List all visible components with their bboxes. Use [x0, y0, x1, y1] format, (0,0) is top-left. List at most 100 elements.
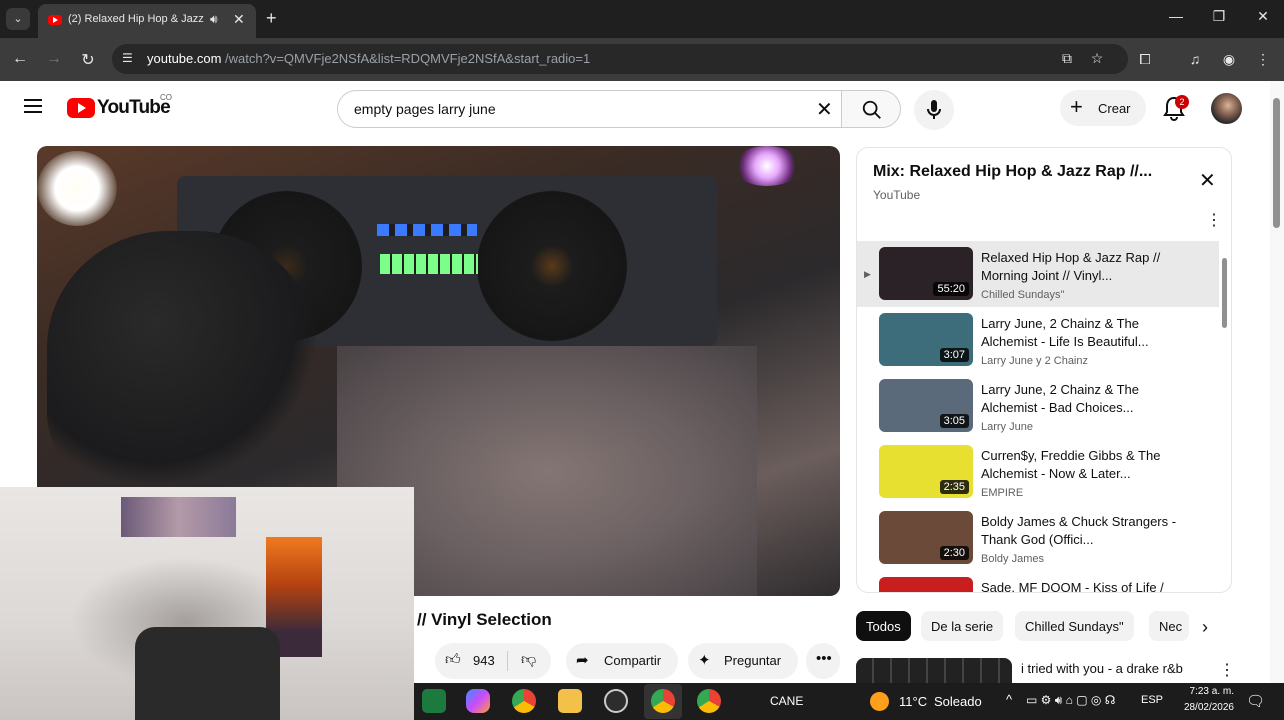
chrome-icon[interactable]: [512, 689, 536, 713]
playlist-item[interactable]: 2:30 Boldy James & Chuck Strangers - Than…: [857, 505, 1219, 571]
close-tab-icon[interactable]: ✕: [233, 11, 245, 28]
forward-arrow-icon[interactable]: →: [44, 50, 64, 68]
playlist-item[interactable]: 3:07 Larry June, 2 Chainz & The Alchemist…: [857, 307, 1219, 373]
notification-center-icon[interactable]: 🗨︎: [1246, 692, 1265, 710]
playlist-thumbnail[interactable]: 2:30: [879, 511, 973, 564]
menu-icon[interactable]: [24, 99, 42, 117]
youtube-logo-text[interactable]: YouTube: [97, 97, 171, 119]
chrome-profile-icon[interactable]: [651, 689, 675, 713]
address-bar[interactable]: ☰ youtube.com /watch?v=QMVFje2NSfA&list=…: [112, 44, 1128, 74]
more-menu-icon[interactable]: ⋮: [1254, 51, 1272, 68]
playlist-item-title[interactable]: Relaxed Hip Hop & Jazz Rap // Morning Jo…: [981, 249, 1181, 285]
playlist-item[interactable]: 2:35 Curren$y, Freddie Gibbs & The Alchem…: [857, 439, 1219, 505]
next-video-menu-icon[interactable]: ⋮: [1219, 660, 1235, 680]
microphone-icon: [927, 100, 941, 119]
close-window-button[interactable]: ✕: [1253, 8, 1273, 25]
like-count[interactable]: 943: [473, 653, 495, 668]
chevron-up-icon[interactable]: ^: [1006, 692, 1012, 707]
playlist-thumbnail[interactable]: 3:07: [879, 313, 973, 366]
duration-badge: 55:20: [933, 282, 969, 296]
profile-icon[interactable]: ◉: [1220, 51, 1238, 68]
playlist-channel: YouTube: [873, 188, 921, 202]
clock-date[interactable]: 28/02/2026: [1170, 702, 1234, 713]
voice-search-button[interactable]: [914, 90, 954, 130]
filter-chip[interactable]: Nec: [1149, 611, 1189, 641]
playlist-item-title[interactable]: Larry June, 2 Chainz & The Alchemist - B…: [981, 381, 1181, 417]
playlist-thumbnail[interactable]: [879, 577, 973, 592]
playlist-thumbnail[interactable]: 3:05: [879, 379, 973, 432]
sun-icon: [870, 692, 889, 711]
duration-badge: 2:30: [939, 546, 969, 560]
taskbar-label[interactable]: CANE: [770, 694, 803, 708]
back-arrow-icon[interactable]: ←: [10, 50, 30, 68]
filter-chip[interactable]: Todos: [856, 611, 911, 641]
clear-search-icon[interactable]: ✕: [816, 97, 833, 122]
playlist-item[interactable]: ▶ 55:20 Relaxed Hip Hop & Jazz Rap // Morn…: [857, 241, 1219, 307]
playlist-menu-icon[interactable]: ⋮: [1206, 210, 1222, 230]
browser-tab-strip: ⌄ (2) Relaxed Hip Hop & Jazz 🔊︎ ✕ + — ❐ …: [0, 0, 1284, 38]
filter-chip[interactable]: De la serie: [921, 611, 1004, 641]
ask-button[interactable]: ✦ Preguntar: [688, 643, 798, 679]
language[interactable]: ESP: [1141, 694, 1163, 706]
search-value: empty pages larry june: [354, 101, 496, 117]
extensions-icon[interactable]: ⧠: [1136, 51, 1154, 68]
more-actions-button[interactable]: •••: [806, 643, 840, 679]
video-frame-mixer-pads: [380, 254, 478, 274]
playlist-item[interactable]: Sade, MF DOOM - Kiss of Life /: [857, 571, 1219, 592]
avatar[interactable]: [1211, 93, 1242, 124]
clock-app-icon[interactable]: [604, 689, 628, 713]
reload-icon[interactable]: ↻: [78, 50, 98, 70]
browser-tab[interactable]: (2) Relaxed Hip Hop & Jazz 🔊︎ ✕: [38, 4, 256, 38]
notification-badge: 2: [1175, 95, 1189, 109]
search-button[interactable]: [841, 90, 901, 128]
duration-badge: 3:07: [939, 348, 969, 362]
install-app-icon[interactable]: ⧉: [1058, 50, 1076, 67]
chevron-right-icon[interactable]: ›: [1202, 617, 1208, 638]
bookmark-star-icon[interactable]: ☆: [1088, 50, 1106, 67]
site-info-icon[interactable]: ☰: [122, 51, 133, 65]
video-frame-mixer-lights: [377, 224, 477, 236]
chrome-second-icon[interactable]: [697, 689, 721, 713]
playlist-item-title[interactable]: Larry June, 2 Chainz & The Alchemist - L…: [981, 315, 1181, 351]
youtube-favicon-icon: [48, 15, 62, 25]
next-video-title[interactable]: i tried with you - a drake r&b: [1021, 661, 1183, 676]
playlist-item-title[interactable]: Sade, MF DOOM - Kiss of Life /: [981, 579, 1181, 592]
close-playlist-icon[interactable]: ✕: [1199, 168, 1216, 193]
copilot-icon[interactable]: [466, 689, 490, 713]
tray-icons[interactable]: ▭ ⚙ 🔊︎ ⌂ ▢ ◎ ☊: [1026, 693, 1115, 708]
playlist-thumbnail[interactable]: 2:35: [879, 445, 973, 498]
next-video-thumbnail[interactable]: [856, 658, 1012, 686]
filter-chip[interactable]: Chilled Sundays": [1015, 611, 1134, 641]
search-input[interactable]: empty pages larry june ✕: [337, 90, 841, 128]
playlist-item[interactable]: 3:05 Larry June, 2 Chainz & The Alchemist…: [857, 373, 1219, 439]
plus-icon: +: [1070, 94, 1083, 119]
minimize-window-button[interactable]: —: [1166, 8, 1186, 24]
temperature[interactable]: 11°C: [899, 694, 927, 709]
like-dislike-group: 👍︎ 943 👎︎: [435, 643, 551, 679]
share-icon: ➦: [576, 652, 589, 669]
url-path: /watch?v=QMVFje2NSfA&list=RDQMVFje2NSfA&…: [225, 51, 591, 66]
video-frame-turntable-right: [477, 191, 627, 341]
playlist-scrollbar-thumb[interactable]: [1222, 258, 1227, 328]
youtube-logo-icon[interactable]: [67, 98, 95, 118]
clock-time[interactable]: 7:23 a. m.: [1174, 686, 1234, 697]
media-control-icon[interactable]: ♫: [1186, 51, 1204, 67]
playlist-item-title[interactable]: Boldy James & Chuck Strangers - Thank Go…: [981, 513, 1181, 549]
new-tab-button[interactable]: +: [266, 8, 277, 29]
maximize-window-button[interactable]: ❐: [1209, 8, 1229, 25]
dislike-icon[interactable]: 👎︎: [521, 651, 536, 669]
playlist-title[interactable]: Mix: Relaxed Hip Hop & Jazz Rap //...: [873, 163, 1183, 181]
share-button[interactable]: ➦ Compartir: [566, 643, 678, 679]
sparkle-icon: ✦: [698, 652, 711, 669]
playlist-thumbnail[interactable]: 55:20: [879, 247, 973, 300]
page-scrollbar-thumb[interactable]: [1273, 98, 1280, 228]
excel-icon[interactable]: [422, 689, 446, 713]
create-button[interactable]: + Crear: [1060, 90, 1146, 126]
playlist-item-title[interactable]: Curren$y, Freddie Gibbs & The Alchemist …: [981, 447, 1181, 483]
tab-search-button[interactable]: ⌄: [6, 8, 30, 30]
playlist-item-channel: Chilled Sundays": [981, 289, 1065, 301]
file-explorer-icon[interactable]: [558, 689, 582, 713]
speaker-icon[interactable]: 🔊︎: [210, 12, 218, 27]
weather-status[interactable]: Soleado: [934, 694, 982, 709]
like-icon[interactable]: 👍︎: [445, 651, 461, 669]
